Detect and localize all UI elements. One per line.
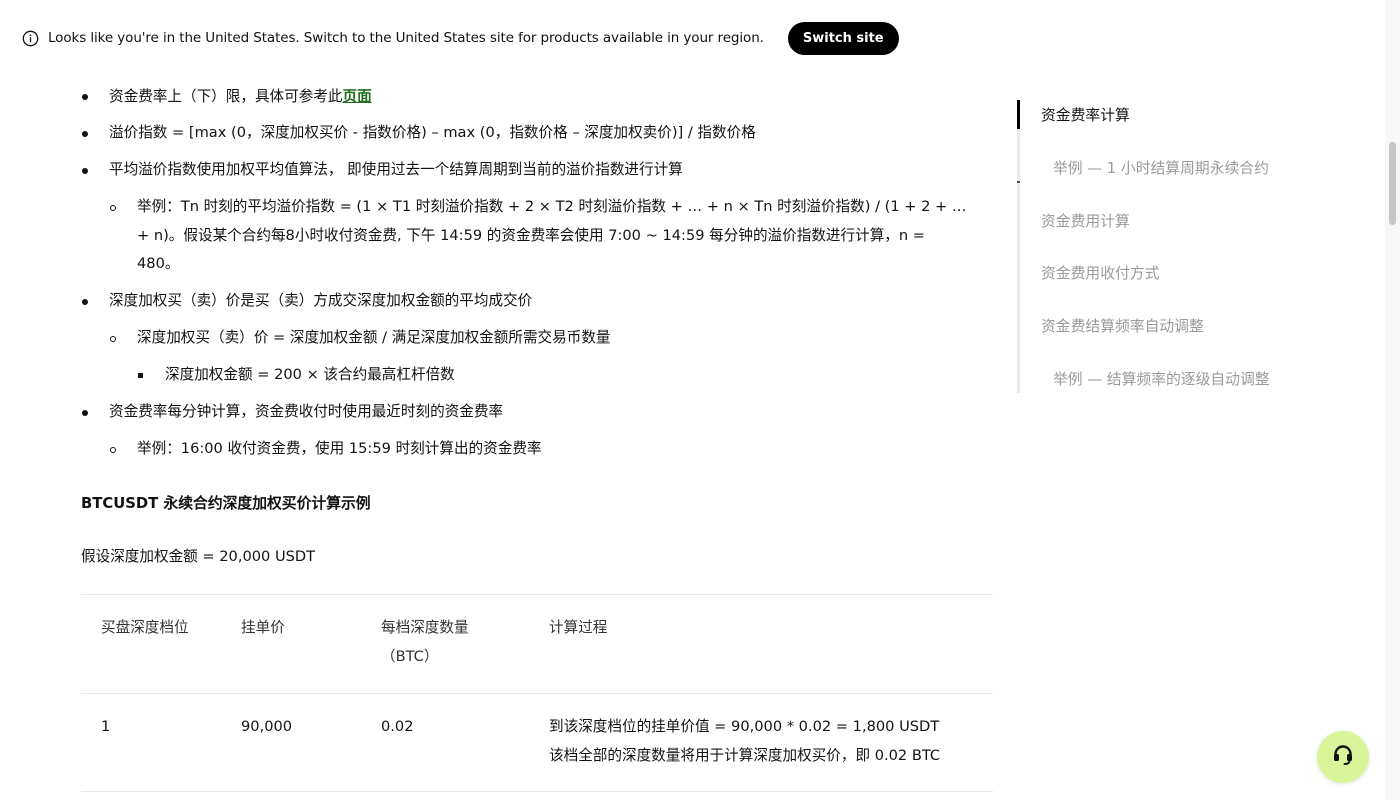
cell-calc-line2: 该档全部的深度数量将用于计算深度加权买价，即 0.02 BTC <box>549 746 941 764</box>
per-minute-example-item: 举例：16:00 收付资金费，使用 15:59 时刻计算出的资金费率 <box>137 440 542 457</box>
premium-index-item: 溢价指数 = [max (0，深度加权买价 - 指数价格) – max (0，指… <box>109 124 756 141</box>
avg-example-item: 举例：Tn 时刻的平均溢价指数 = (1 × T1 时刻溢价指数 + 2 × T… <box>137 198 967 272</box>
bullet-dot <box>82 94 88 100</box>
scrollbar-track[interactable] <box>1385 0 1400 800</box>
toc-divider <box>1017 181 1020 183</box>
header-calc: 计算过程 <box>549 619 608 636</box>
toc-item-funding-rate-calc[interactable]: 资金费率计算 <box>1041 104 1130 125</box>
sub-sub-bullet-square <box>138 373 143 378</box>
per-minute-item: 资金费率每分钟计算，资金费收付时使用最近时刻的资金费率 <box>109 403 504 420</box>
table-header-row: 买盘深度档位 挂单价 每档深度数量 （BTC） 计算过程 <box>81 595 993 694</box>
support-button[interactable] <box>1317 731 1369 783</box>
header-qty: 每档深度数量 （BTC） <box>381 614 469 671</box>
banner-message: Looks like you're in the United States. … <box>48 30 764 46</box>
toc-item-1h-example[interactable]: 举例 — 1 小时结算周期永续合约 <box>1053 157 1269 178</box>
toc-item-funding-fee-calc[interactable]: 资金费用计算 <box>1041 210 1130 231</box>
header-qty-label: 每档深度数量 <box>381 619 469 636</box>
depth-formula-item: 深度加权买（卖）价 = 深度加权金额 / 满足深度加权金额所需交易币数量 <box>137 329 611 346</box>
cell-price: 90,000 <box>241 718 293 735</box>
cell-level: 1 <box>101 718 111 735</box>
toc-active-indicator <box>1017 100 1020 129</box>
bullet-dot <box>82 299 88 305</box>
bullet-dot <box>82 410 88 416</box>
bullet-dot <box>82 131 88 137</box>
rate-limit-text: 资金费率上（下）限，具体可参考此 <box>109 88 343 105</box>
sub-bullet-circle <box>110 336 116 342</box>
rate-limit-page-link[interactable]: 页面 <box>343 88 372 105</box>
example-heading: BTCUSDT 永续合约深度加权买价计算示例 <box>81 495 371 512</box>
header-level: 买盘深度档位 <box>101 619 189 636</box>
toc-item-auto-adjust[interactable]: 资金费结算频率自动调整 <box>1041 315 1204 336</box>
toc-item-adjust-example[interactable]: 举例 — 结算频率的逐级自动调整 <box>1053 368 1270 389</box>
scrollbar-thumb[interactable] <box>1389 142 1396 225</box>
cell-calc: 到该深度档位的挂单价值 = 90,000 * 0.02 = 1,800 USDT… <box>549 713 940 770</box>
sub-bullet-circle <box>110 205 116 211</box>
example-assumption: 假设深度加权金额 = 20,000 USDT <box>81 548 316 565</box>
depth-price-item: 深度加权买（卖）价是买（卖）方成交深度加权金额的平均成交价 <box>109 292 533 309</box>
cell-calc-line1: 到该深度档位的挂单价值 = 90,000 * 0.02 = 1,800 USDT <box>549 718 940 735</box>
switch-site-button[interactable]: Switch site <box>787 21 899 55</box>
sub-bullet-circle <box>110 447 116 453</box>
info-icon <box>22 30 39 47</box>
region-banner: Looks like you're in the United States. … <box>0 0 1385 76</box>
table-of-contents: 资金费率计算 举例 — 1 小时结算周期永续合约 资金费用计算 资金费用收付方式… <box>1017 100 1307 393</box>
depth-price-table: 买盘深度档位 挂单价 每档深度数量 （BTC） 计算过程 1 90,000 0.… <box>81 594 993 792</box>
toc-item-fee-collection[interactable]: 资金费用收付方式 <box>1041 262 1159 283</box>
rate-limit-item: 资金费率上（下）限，具体可参考此页面 <box>109 83 372 112</box>
depth-amount-item: 深度加权金额 = 200 × 该合约最高杠杆倍数 <box>165 366 455 383</box>
avg-premium-item: 平均溢价指数使用加权平均值算法， 即使用过去一个结算周期到当前的溢价指数进行计算 <box>109 161 683 178</box>
table-row: 1 90,000 0.02 到该深度档位的挂单价值 = 90,000 * 0.0… <box>81 694 993 792</box>
bullet-dot <box>82 168 88 174</box>
header-price: 挂单价 <box>241 619 285 636</box>
header-qty-unit: （BTC） <box>381 647 439 665</box>
headset-icon <box>1331 743 1355 771</box>
cell-qty: 0.02 <box>381 718 414 735</box>
